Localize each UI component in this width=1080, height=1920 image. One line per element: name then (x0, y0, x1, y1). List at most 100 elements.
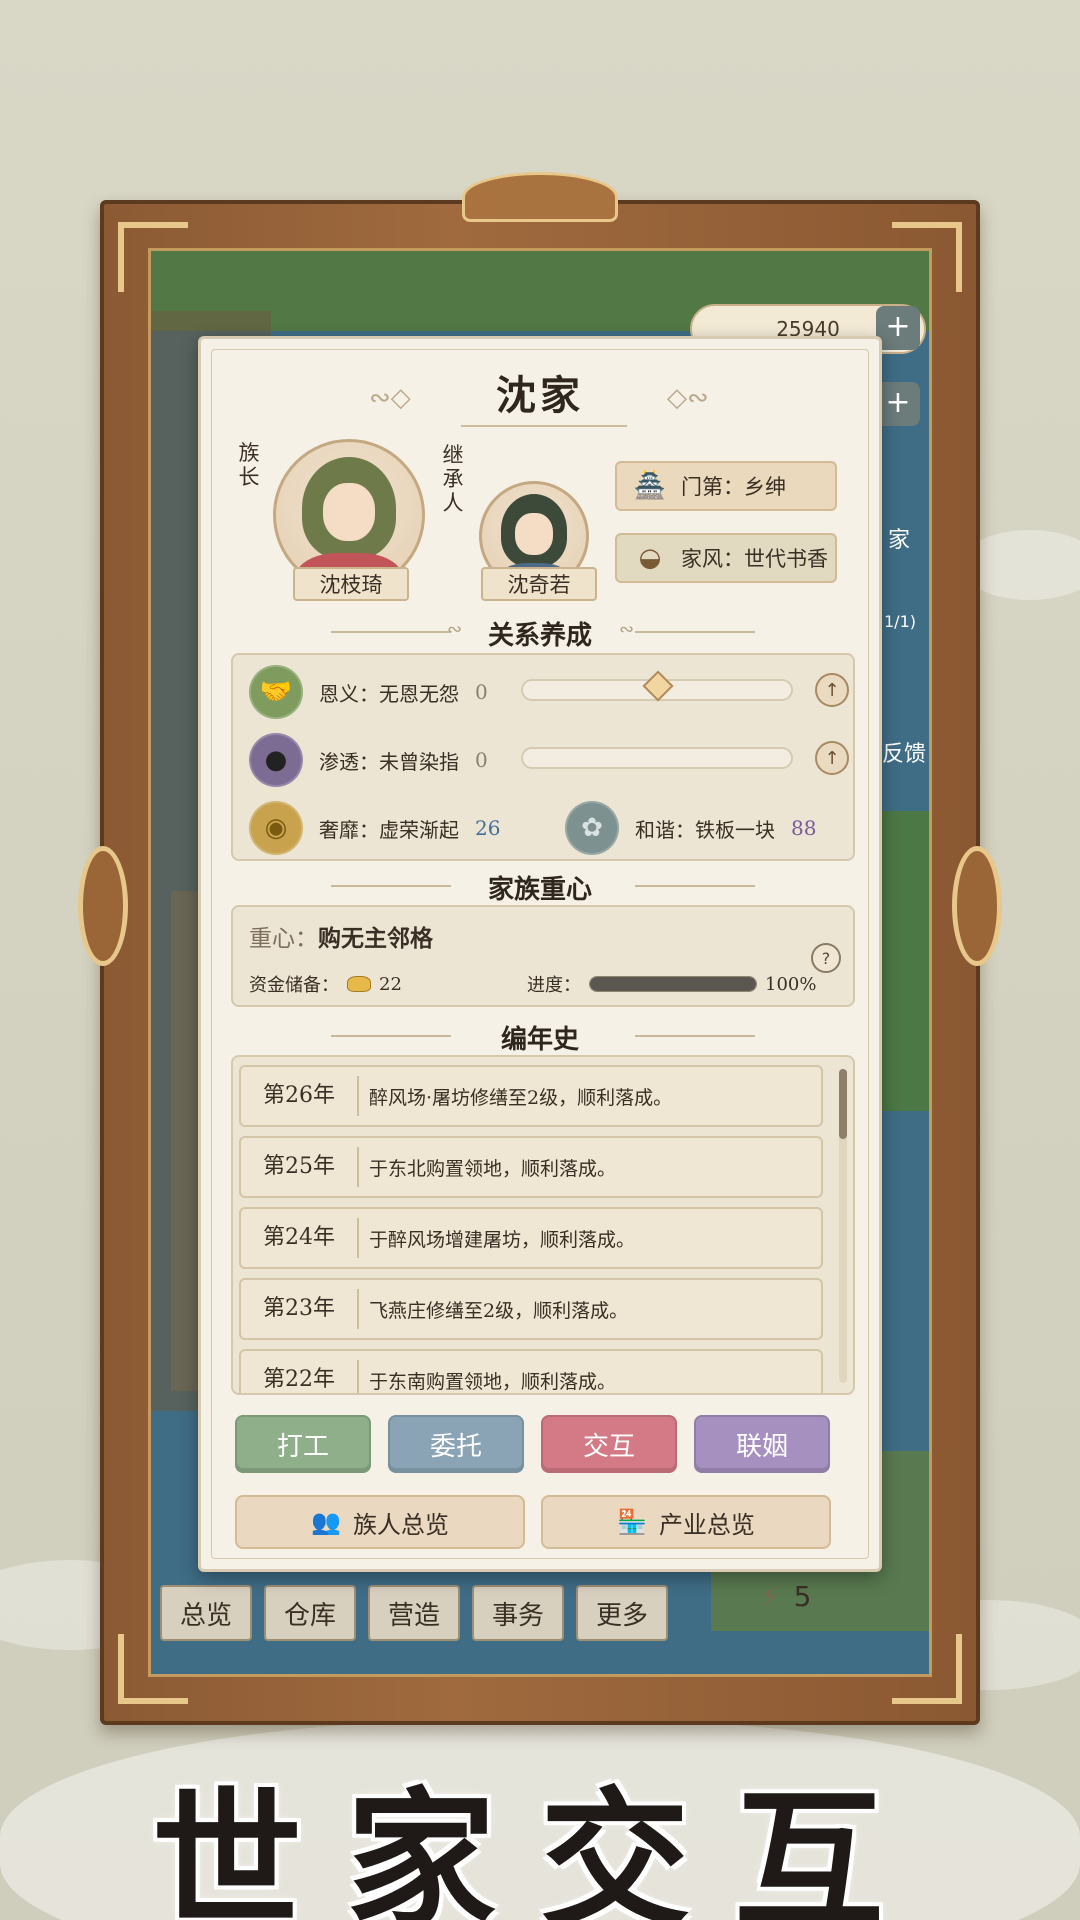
section-divider (635, 631, 755, 633)
relation-luxury-label: 奢靡：虚荣渐起 (319, 817, 459, 842)
marriage-button[interactable]: 联姻 (694, 1415, 830, 1473)
relation-row-infiltration: ● 渗透：未曾染指 0 (249, 733, 488, 787)
side-ornament (78, 846, 128, 966)
focus-help-button[interactable]: ? (811, 943, 841, 973)
frame-crest-ornament (462, 172, 618, 222)
list-item: 第26年 醉风场·屠坊修缮至2级，顺利落成。 (239, 1065, 823, 1127)
chronicle-text: 飞燕庄修缮至2级，顺利落成。 (369, 1299, 629, 1322)
lightning-icon: ⚡ (760, 1580, 780, 1613)
lotus-icon: ✿ (565, 801, 619, 855)
gold-ingots-icon: ◉ (249, 801, 303, 855)
list-item: 第22年 于东南购置领地，顺利落成。 (239, 1349, 823, 1393)
clan-name: 沈家 (496, 372, 584, 419)
progress-label: 进度： (527, 975, 581, 996)
property-overview-label: 产业总览 (658, 1510, 755, 1539)
family-focus-box: 重心：购无主邻格 ? 资金储备： 22 进度： 100% (231, 905, 855, 1007)
promo-title: 世家交互 (151, 1773, 928, 1920)
funds-display: 资金储备： 22 (249, 971, 402, 997)
work-button[interactable]: 打工 (235, 1415, 371, 1473)
tag-family-style-text: 家风：世代书香 (681, 547, 828, 571)
progress-bar-fill (590, 977, 756, 991)
list-item: 第23年 飞燕庄修缮至2级，顺利落成。 (239, 1278, 823, 1340)
favor-slider[interactable] (521, 670, 793, 702)
relations-title: 关系养成 (487, 621, 592, 651)
energy-counter: ⚡ 5 (760, 1580, 812, 1613)
relations-box: 🤝 恩义：无恩无怨 0 ↑ ● 渗透：未曾染指 0 ↑ ◉ 奢靡：虚荣渐起 26… (231, 653, 855, 861)
relation-harmony-label: 和谐：铁板一块 (635, 817, 775, 842)
tab-more[interactable]: 更多 (576, 1585, 668, 1641)
chronicle-text: 醉风场·屠坊修缮至2级，顺利落成。 (369, 1086, 673, 1109)
relation-favor-value: 0 (475, 680, 488, 704)
chronicle-text: 于东北购置领地，顺利落成。 (369, 1157, 617, 1180)
progress-value: 100% (765, 973, 817, 995)
pavilion-icon: 🏯 (633, 471, 667, 501)
people-icon: 👥 (311, 1508, 341, 1536)
chronicle-list[interactable]: 第26年 醉风场·屠坊修缮至2级，顺利落成。 第25年 于东北购置领地，顺利落成… (231, 1055, 855, 1395)
corner-ornament (892, 1634, 962, 1704)
fan-icon: ◒ (638, 543, 662, 573)
heir-name: 沈奇若 (481, 567, 597, 601)
tab-overview[interactable]: 总览 (160, 1585, 252, 1641)
section-divider (635, 885, 755, 887)
title-ornament-icon: ◇∾ (667, 383, 709, 413)
chronicle-scrollbar[interactable] (839, 1069, 847, 1383)
bottom-tab-bar: 总览 仓库 营造 事务 更多 (160, 1585, 668, 1641)
infiltration-slider[interactable] (521, 747, 793, 769)
chronicle-year: 第25年 (241, 1147, 359, 1187)
shop-icon: 🏪 (617, 1508, 647, 1536)
clan-info-panel: ∾◇ 沈家 ◇∾ 族长 沈枝琦 继承人 沈奇若 🏯 门第：乡绅 ◒ 家风：世代书… (198, 336, 882, 1572)
handshake-icon: 🤝 (249, 665, 303, 719)
members-overview-label: 族人总览 (352, 1510, 449, 1539)
interact-button[interactable]: 交互 (541, 1415, 677, 1473)
funds-label: 资金储备： (249, 975, 339, 996)
tab-affairs[interactable]: 事务 (472, 1585, 564, 1641)
section-divider (635, 1035, 755, 1037)
tag-family-status: 🏯 门第：乡绅 (615, 461, 837, 511)
add-coins-button[interactable]: + (876, 306, 920, 350)
side-ornament (952, 846, 1002, 966)
property-overview-button[interactable]: 🏪 产业总览 (541, 1495, 831, 1549)
side-label-count: 1/1) (884, 612, 916, 631)
relation-row-favor: 🤝 恩义：无恩无怨 0 (249, 665, 488, 719)
chronicle-text: 于东南购置领地，顺利落成。 (369, 1370, 617, 1393)
list-item: 第25年 于东北购置领地，顺利落成。 (239, 1136, 823, 1198)
title-divider (461, 425, 627, 427)
focus-line: 重心：购无主邻格 (249, 919, 433, 953)
relation-harmony-value: 88 (791, 816, 817, 840)
tag-family-status-text: 门第：乡绅 (681, 475, 786, 499)
progress-bar (589, 976, 757, 992)
relation-row-luxury: ◉ 奢靡：虚荣渐起 26 (249, 801, 500, 855)
list-item: 第24年 于醉风场增建屠坊，顺利落成。 (239, 1207, 823, 1269)
energy-value: 5 (793, 1580, 812, 1613)
relation-luxury-value: 26 (475, 816, 501, 840)
favor-increase-button[interactable]: ↑ (815, 673, 849, 707)
section-ornament-icon: ∾ (619, 619, 635, 640)
chronicle-year: 第22年 (241, 1360, 359, 1393)
focus-progress: 进度： 100% (527, 971, 816, 997)
masked-figure-icon: ● (249, 733, 303, 787)
chronicle-title: 编年史 (500, 1025, 579, 1055)
chronicle-text: 于醉风场增建屠坊，顺利落成。 (369, 1228, 636, 1251)
add-resource-button[interactable]: + (876, 382, 920, 426)
relation-favor-label: 恩义：无恩无怨 (319, 681, 459, 706)
tab-construction[interactable]: 营造 (368, 1585, 460, 1641)
focus-title: 家族重心 (487, 875, 592, 905)
side-label-home[interactable]: 家 (888, 522, 910, 554)
favor-slider-handle[interactable] (642, 670, 674, 702)
chronicle-year: 第24年 (241, 1218, 359, 1258)
tab-warehouse[interactable]: 仓库 (264, 1585, 356, 1641)
focus-value: 购无主邻格 (318, 925, 433, 952)
leader-role-label: 族长 (238, 441, 260, 489)
commission-button[interactable]: 委托 (388, 1415, 524, 1473)
members-overview-button[interactable]: 👥 族人总览 (235, 1495, 525, 1549)
infiltration-increase-button[interactable]: ↑ (815, 741, 849, 775)
scrollbar-thumb[interactable] (839, 1069, 847, 1139)
tag-family-style: ◒ 家风：世代书香 (615, 533, 837, 583)
chronicle-year: 第26年 (241, 1076, 359, 1116)
corner-ornament (118, 222, 188, 292)
chronicle-year: 第23年 (241, 1289, 359, 1329)
heir-role-label: 继承人 (442, 443, 464, 515)
gold-ingot-icon (347, 976, 371, 992)
funds-value: 22 (379, 973, 402, 995)
feedback-button[interactable]: 反馈 (882, 736, 926, 768)
